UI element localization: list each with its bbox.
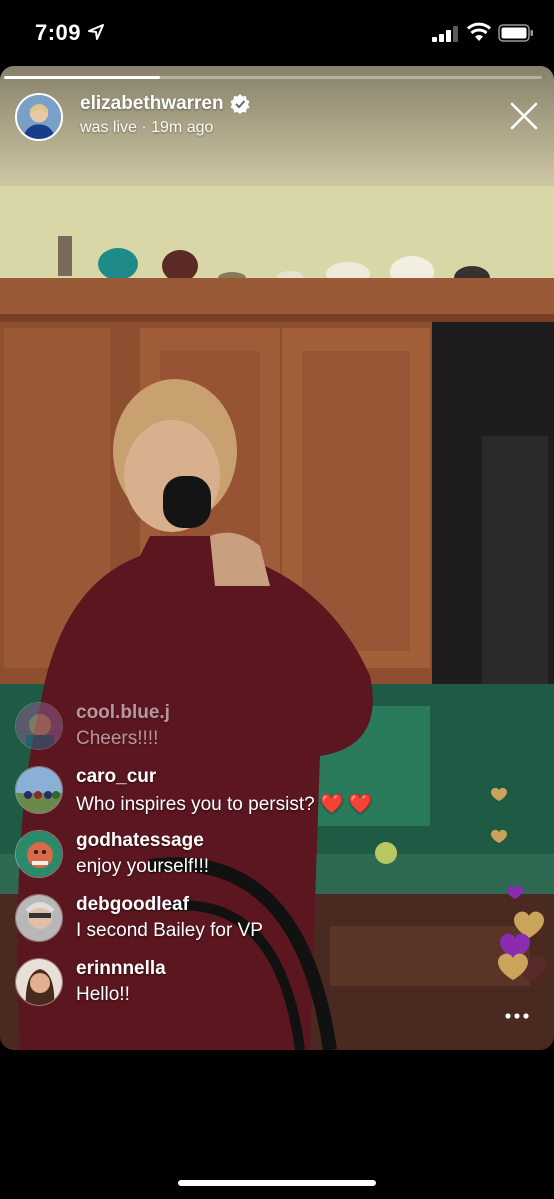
comment-item[interactable]: debgoodleaf I second Bailey for VP [15, 894, 435, 950]
more-horizontal-icon[interactable] [503, 1009, 531, 1023]
live-video-card[interactable]: elizabethwarren was live · 19m ago cool.… [0, 66, 554, 1050]
comment-avatar[interactable] [15, 830, 63, 878]
comment-avatar[interactable] [15, 958, 63, 1006]
close-icon[interactable] [506, 98, 542, 134]
comment-avatar[interactable] [15, 766, 63, 814]
comment-item[interactable]: cool.blue.j Cheers!!!! [15, 702, 435, 758]
battery-icon [498, 24, 533, 42]
heart-icon [507, 885, 523, 899]
floating-hearts [491, 787, 546, 982]
status-bar: 7:09 [0, 0, 554, 66]
comment-text: Who inspires you to persist? ❤️ ❤️ [76, 794, 373, 815]
heart-icon [491, 829, 507, 843]
comment-username[interactable]: caro_cur [76, 766, 156, 788]
progress-fill [4, 76, 161, 79]
comment-username[interactable]: cool.blue.j [76, 702, 170, 724]
comment-text: Cheers!!!! [76, 728, 159, 749]
comment-text: I second Bailey for VP [76, 920, 263, 941]
comment-item[interactable]: godhatessage enjoy yourself!!! [15, 830, 435, 886]
cellular-signal-icon [432, 26, 458, 42]
progress-track [4, 76, 542, 79]
comment-text: Hello!! [76, 984, 130, 1005]
live-status: was live · 19m ago [80, 119, 214, 136]
comment-username[interactable]: debgoodleaf [76, 894, 189, 916]
host-avatar[interactable] [15, 93, 63, 141]
host-name-row[interactable]: elizabethwarren [80, 93, 250, 115]
comment-username[interactable]: godhatessage [76, 830, 204, 852]
heart-icon [514, 911, 544, 938]
wifi-icon [467, 22, 491, 41]
comment-item[interactable]: erinnnella Hello!! [15, 958, 435, 1014]
comment-username[interactable]: erinnnella [76, 958, 166, 980]
verified-badge-icon [230, 94, 250, 114]
location-arrow-icon [88, 24, 104, 40]
comment-avatar[interactable] [15, 702, 63, 750]
home-indicator[interactable] [178, 1180, 376, 1186]
status-time: 7:09 [35, 20, 82, 45]
comment-text: enjoy yourself!!! [76, 856, 210, 877]
comment-item[interactable]: caro_cur Who inspires you to persist? ❤️… [15, 766, 435, 822]
comment-avatar[interactable] [15, 894, 63, 942]
host-username[interactable]: elizabethwarren [80, 93, 224, 115]
heart-icon [491, 787, 507, 801]
